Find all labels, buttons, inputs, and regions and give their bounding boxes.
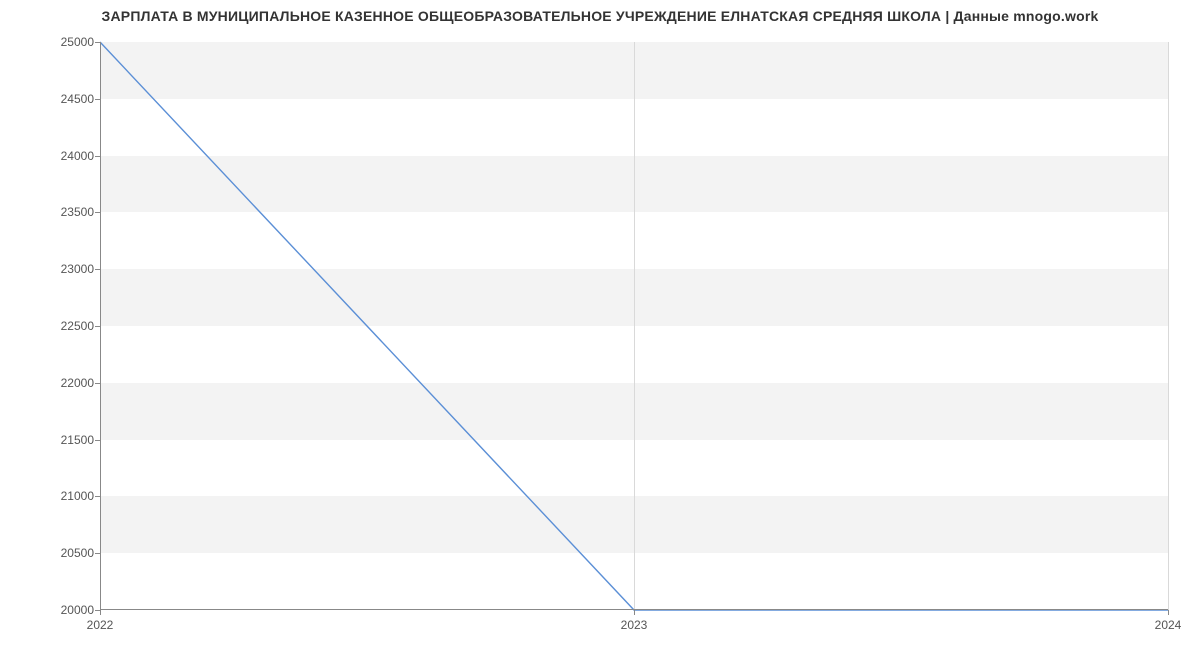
y-tick-label: 23500	[44, 205, 94, 219]
x-tick-label: 2023	[621, 618, 648, 632]
y-tick-label: 24000	[44, 149, 94, 163]
y-tick-label: 21500	[44, 433, 94, 447]
x-tick-label: 2024	[1155, 618, 1182, 632]
y-tick-label: 25000	[44, 35, 94, 49]
y-tick-label: 21000	[44, 489, 94, 503]
x-tick-label: 2022	[87, 618, 114, 632]
x-axis	[100, 609, 1168, 610]
y-tick-label: 22500	[44, 319, 94, 333]
x-tick-mark	[1168, 610, 1169, 615]
y-tick-label: 22000	[44, 376, 94, 390]
y-tick-label: 24500	[44, 92, 94, 106]
chart-title: ЗАРПЛАТА В МУНИЦИПАЛЬНОЕ КАЗЕННОЕ ОБЩЕОБ…	[0, 8, 1200, 24]
gridline-vertical	[1168, 42, 1169, 610]
line-layer	[100, 42, 1168, 610]
series-line	[100, 42, 1168, 610]
x-tick-mark	[634, 610, 635, 615]
plot-area	[100, 42, 1168, 610]
y-tick-label: 23000	[44, 262, 94, 276]
y-tick-mark	[95, 610, 100, 611]
y-tick-label: 20000	[44, 603, 94, 617]
x-tick-mark	[100, 610, 101, 615]
y-tick-label: 20500	[44, 546, 94, 560]
y-axis	[100, 42, 101, 610]
